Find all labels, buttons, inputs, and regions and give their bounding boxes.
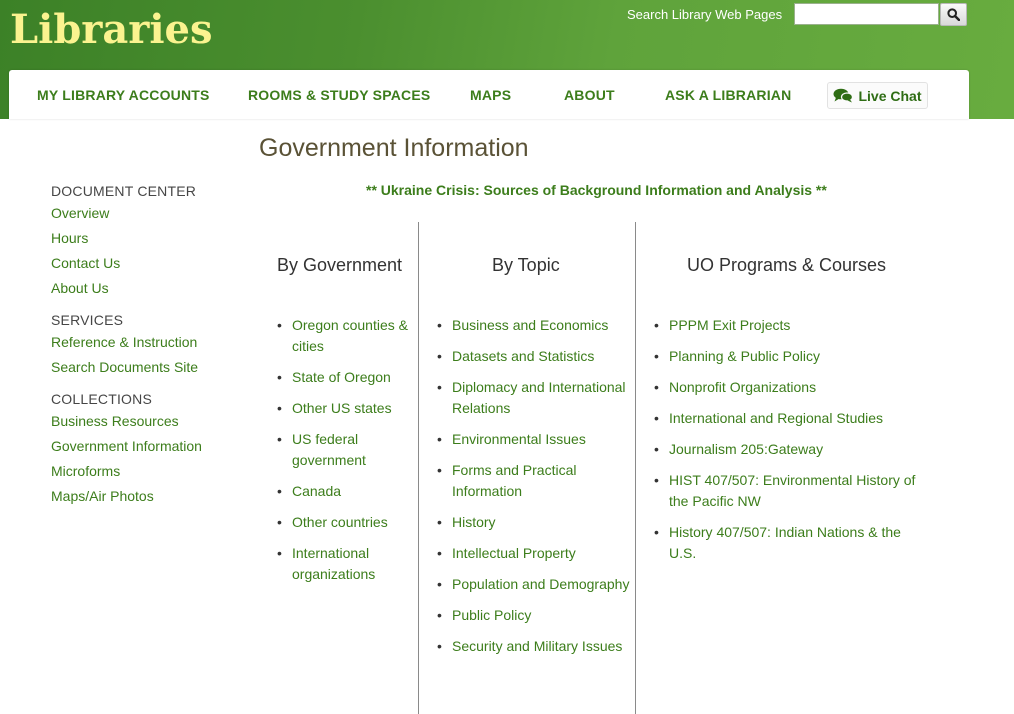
list-item[interactable]: • Business and Economics (437, 315, 632, 336)
list-item[interactable]: • History 407/507: Indian Nations & the U… (654, 522, 925, 564)
ukraine-crisis-link[interactable]: ** Ukraine Crisis: Sources of Background… (366, 182, 827, 198)
nav-maps[interactable]: MAPS (470, 87, 511, 103)
list-item[interactable]: • PPPM Exit Projects (654, 315, 925, 336)
list-item[interactable]: • Journalism 205:Gateway (654, 439, 925, 460)
list-item[interactable]: • Diplomacy and International Relations (437, 377, 632, 419)
nav-my-library-accounts[interactable]: MY LIBRARY ACCOUNTS (37, 87, 210, 103)
by-topic-list: • Business and Economics • Datasets and St… (437, 315, 632, 667)
nav-about[interactable]: ABOUT (564, 87, 615, 103)
sidebar-link-overview[interactable]: Overview (51, 201, 251, 226)
live-chat-label: Live Chat (858, 87, 922, 104)
list-item[interactable]: • State of Oregon (277, 367, 416, 388)
sidebar-link-reference-instruction[interactable]: Reference & Instruction (51, 330, 251, 355)
search-button[interactable] (940, 3, 967, 26)
list-item[interactable]: • Intellectual Property (437, 543, 632, 564)
search-input[interactable] (794, 3, 939, 25)
magnifier-icon (947, 8, 960, 21)
chat-bubbles-icon (833, 88, 854, 103)
sidebar-section-document-center: DOCUMENT CENTER Overview Hours Contact U… (51, 183, 251, 301)
by-government-list: • Oregon counties & cities • State of Oreg… (277, 315, 416, 595)
list-item[interactable]: • Population and Demography (437, 574, 632, 595)
page-title: Government Information (259, 134, 529, 162)
list-item[interactable]: • Nonprofit Organizations (654, 377, 925, 398)
libraries-logo[interactable]: Libraries (10, 6, 213, 53)
list-item[interactable]: • Environmental Issues (437, 429, 632, 450)
live-chat-button[interactable]: Live Chat (827, 82, 928, 109)
list-item[interactable]: • Public Policy (437, 605, 632, 626)
column-heading-by-government: By Government (277, 255, 403, 275)
list-item[interactable]: • US federal government (277, 429, 416, 471)
nav-rooms-study-spaces[interactable]: ROOMS & STUDY SPACES (248, 87, 430, 103)
nav-ask-a-librarian[interactable]: ASK A LIBRARIAN (665, 87, 791, 103)
list-item[interactable]: • Planning & Public Policy (654, 346, 925, 367)
sidebar-link-search-documents-site[interactable]: Search Documents Site (51, 355, 251, 380)
column-divider (635, 222, 636, 714)
sidebar-link-contact-us[interactable]: Contact Us (51, 251, 251, 276)
list-item[interactable]: • Other countries (277, 512, 416, 533)
list-item[interactable]: • Oregon counties & cities (277, 315, 416, 357)
sidebar-section-services: SERVICES Reference & Instruction Search … (51, 312, 251, 380)
list-item[interactable]: • HIST 407/507: Environmental History of … (654, 470, 925, 512)
sidebar-link-government-information[interactable]: Government Information (51, 434, 251, 459)
sidebar-heading: SERVICES (51, 312, 124, 328)
column-heading-by-topic: By Topic (492, 255, 560, 275)
list-item[interactable]: • Other US states (277, 398, 416, 419)
list-item[interactable]: • Datasets and Statistics (437, 346, 632, 367)
list-item[interactable]: • History (437, 512, 632, 533)
main-nav: MY LIBRARY ACCOUNTS ROOMS & STUDY SPACES… (9, 70, 969, 119)
search-label: Search Library Web Pages (627, 7, 783, 22)
list-item[interactable]: • Canada (277, 481, 416, 502)
sidebar-link-about-us[interactable]: About Us (51, 276, 251, 301)
sidebar-heading: COLLECTIONS (51, 391, 152, 407)
column-heading-uo-programs-courses: UO Programs & Courses (687, 255, 887, 275)
sidebar-link-microforms[interactable]: Microforms (51, 459, 251, 484)
list-item[interactable]: • International organizations (277, 543, 416, 585)
uo-programs-list: • PPPM Exit Projects • Planning & Public P… (654, 315, 925, 574)
column-divider (418, 222, 419, 714)
sidebar-link-hours[interactable]: Hours (51, 226, 251, 251)
sidebar-link-business-resources[interactable]: Business Resources (51, 409, 251, 434)
sidebar-heading: DOCUMENT CENTER (51, 183, 197, 199)
list-item[interactable]: • Forms and Practical Information (437, 460, 632, 502)
sidebar: DOCUMENT CENTER Overview Hours Contact U… (51, 183, 251, 509)
list-item[interactable]: • International and Regional Studies (654, 408, 925, 429)
sidebar-section-collections: COLLECTIONS Business Resources Governmen… (51, 391, 251, 509)
list-item[interactable]: • Security and Military Issues (437, 636, 632, 657)
sidebar-link-maps-air-photos[interactable]: Maps/Air Photos (51, 484, 251, 509)
